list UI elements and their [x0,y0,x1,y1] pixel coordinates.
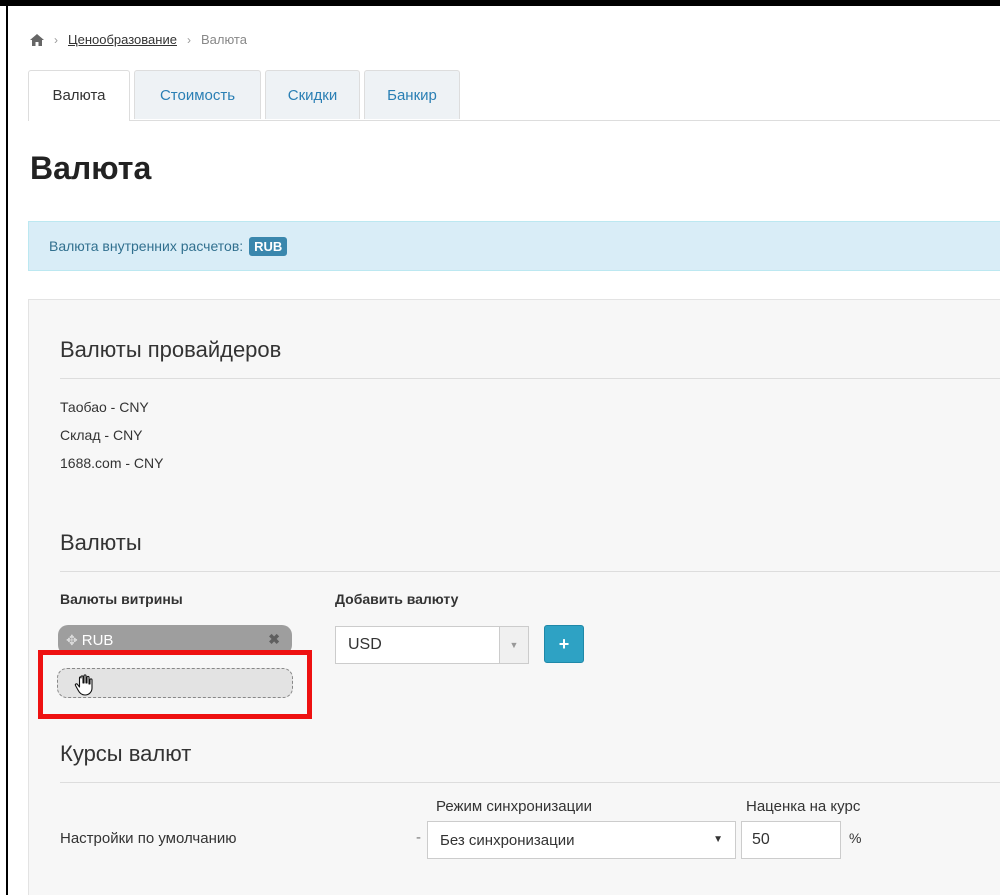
section-divider [60,782,1000,783]
select-value: Без синхронизации [440,831,575,849]
currency-badge: RUB [249,236,288,256]
info-text: Валюта внутренних расчетов: [49,238,244,254]
sync-mode-header: Режим синхронизации [436,798,592,815]
breadcrumb: › Ценообразование › Валюта [30,32,247,47]
rates-section-title: Курсы валют [60,741,192,766]
select-value: USD [348,636,382,653]
section-divider [60,571,1000,572]
chip-label: RUB [81,631,114,649]
provider-item: Склад - CNY [60,427,143,443]
window-top-border [0,0,1000,6]
close-icon[interactable]: ✖ [268,631,280,648]
tab-currency[interactable]: Валюта [28,70,130,121]
tab-discounts[interactable]: Скидки [265,70,360,119]
provider-item: 1688.com - CNY [60,455,164,471]
provider-item: Таобао - CNY [60,399,149,415]
default-settings-label: Настройки по умолчанию [60,830,237,847]
tab-cost[interactable]: Стоимость [134,70,261,119]
tab-bar: Валюта Стоимость Скидки Банкир [28,70,1000,121]
breadcrumb-link-pricing[interactable]: Ценообразование [68,32,177,47]
add-currency-button[interactable]: + [544,625,584,663]
move-icon[interactable]: ✥ [66,632,78,649]
highlight-frame [38,650,312,719]
currencies-section-title: Валюты [60,530,142,555]
caret-down-icon: ▼ [713,834,723,845]
sync-mode-select[interactable]: Без синхронизации ▼ [427,821,736,859]
internal-currency-info: Валюта внутренних расчетов: RUB [28,221,1000,271]
window-left-border [6,0,8,895]
chevron-down-icon[interactable]: ▼ [499,627,528,663]
tab-banker[interactable]: Банкир [364,70,460,119]
add-currency-label: Добавить валюту [335,591,459,607]
home-icon[interactable] [30,33,44,46]
storefront-currencies-label: Валюты витрины [60,591,183,607]
dash-separator: - [416,829,421,846]
section-divider [60,378,1000,379]
providers-section-title: Валюты провайдеров [60,337,282,362]
breadcrumb-separator: › [186,32,191,47]
percent-sign: % [849,830,862,846]
breadcrumb-current: Валюта [200,32,247,47]
markup-header: Наценка на курс [746,798,861,815]
breadcrumb-separator: › [54,32,58,47]
add-currency-select[interactable]: USD ▼ [335,626,529,664]
page-title: Валюта [30,150,152,186]
markup-input[interactable] [741,821,841,859]
